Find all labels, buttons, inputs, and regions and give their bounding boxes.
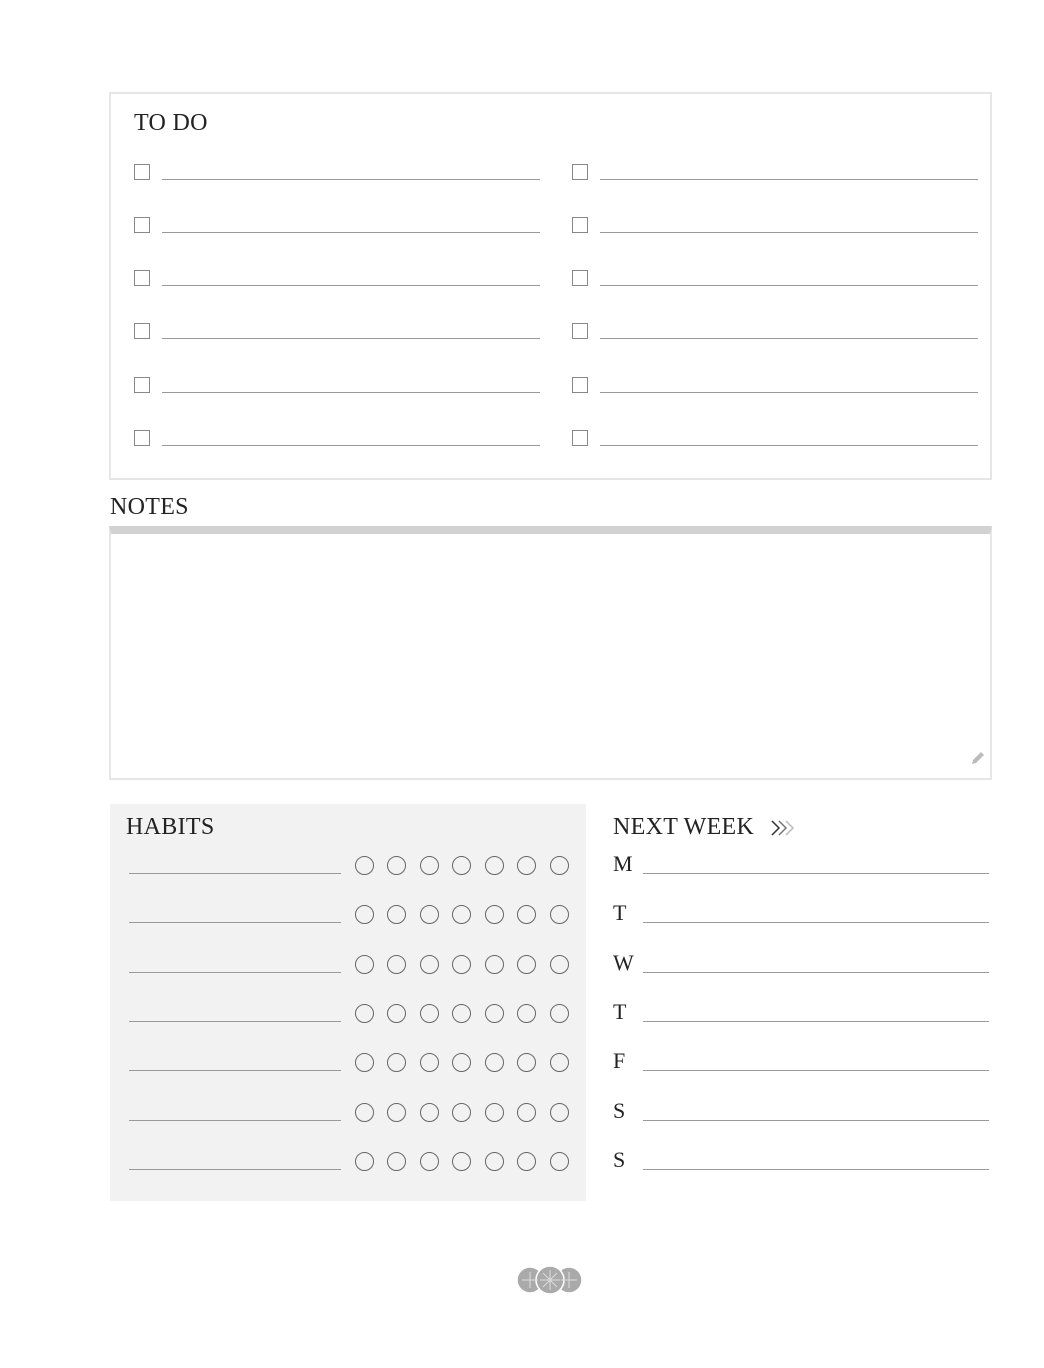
habits-title: HABITS [126, 814, 215, 840]
todo-line[interactable] [162, 445, 540, 446]
habit-circle[interactable] [485, 856, 504, 875]
habit-circle[interactable] [485, 954, 504, 974]
todo-line[interactable] [162, 338, 540, 339]
day-line[interactable] [643, 1119, 989, 1121]
todo-checkbox[interactable] [572, 377, 588, 393]
notes-area[interactable] [109, 526, 992, 780]
todo-line[interactable] [600, 232, 978, 233]
logo [516, 1265, 583, 1295]
habit-circle[interactable] [550, 1102, 569, 1122]
habit-circle[interactable] [355, 1003, 374, 1023]
day-label: M [613, 851, 633, 876]
habit-circle[interactable] [420, 1003, 439, 1023]
todo-checkbox[interactable] [572, 430, 588, 446]
habit-circle[interactable] [452, 1151, 471, 1171]
habit-circle[interactable] [420, 954, 439, 974]
todo-checkbox[interactable] [134, 377, 150, 393]
habit-circle[interactable] [420, 1151, 439, 1171]
habit-circle[interactable] [550, 1151, 569, 1171]
habit-circle[interactable] [387, 856, 406, 875]
habit-circle[interactable] [485, 1151, 504, 1171]
habit-circle[interactable] [517, 1003, 536, 1023]
todo-checkbox[interactable] [134, 270, 150, 286]
todo-line[interactable] [162, 285, 540, 286]
todo-checkbox[interactable] [134, 323, 150, 339]
day-line[interactable] [643, 1020, 989, 1022]
todo-checkbox[interactable] [572, 217, 588, 233]
day-label: T [613, 900, 627, 926]
todo-checkbox[interactable] [134, 217, 150, 233]
day-line[interactable] [643, 971, 989, 973]
todo-checkbox[interactable] [134, 430, 150, 446]
habit-circle[interactable] [550, 954, 569, 974]
habit-circle[interactable] [355, 1102, 374, 1122]
habit-circle[interactable] [355, 954, 374, 974]
habit-circle[interactable] [355, 856, 374, 875]
habit-circle[interactable] [550, 856, 569, 875]
todo-line[interactable] [600, 285, 978, 286]
habit-circle[interactable] [517, 954, 536, 974]
habit-circle[interactable] [485, 1003, 504, 1023]
habit-name-line[interactable] [129, 1168, 341, 1170]
day-label: S [613, 1097, 626, 1123]
todo-line[interactable] [600, 392, 978, 393]
todo-checkbox[interactable] [572, 270, 588, 286]
todo-line[interactable] [162, 179, 540, 180]
day-label: W [613, 949, 634, 975]
habit-name-line[interactable] [129, 971, 341, 973]
planner-page: TO DO NOTES HABITS NEXT WEEK MTWTFSS [0, 0, 1044, 1368]
habit-circle[interactable] [387, 1102, 406, 1122]
day-label: F [613, 1048, 626, 1074]
day-line[interactable] [643, 873, 989, 874]
habit-circle[interactable] [387, 1003, 406, 1023]
habit-circle[interactable] [452, 1102, 471, 1122]
habit-name-line[interactable] [129, 1020, 341, 1022]
habit-circle[interactable] [550, 1003, 569, 1023]
habit-circle[interactable] [452, 1003, 471, 1023]
day-label: T [613, 998, 627, 1024]
pencil-icon [972, 752, 984, 764]
todo-line[interactable] [162, 392, 540, 393]
todo-checkbox[interactable] [572, 323, 588, 339]
day-label: S [613, 1146, 626, 1172]
habit-circle[interactable] [452, 954, 471, 974]
habit-circle[interactable] [517, 1151, 536, 1171]
todo-title: TO DO [134, 110, 208, 136]
habit-name-line[interactable] [129, 873, 341, 874]
habit-circle[interactable] [517, 1102, 536, 1122]
chevrons-right-icon [771, 820, 795, 836]
day-line[interactable] [643, 1070, 989, 1072]
habit-circle[interactable] [420, 1102, 439, 1122]
todo-line[interactable] [600, 179, 978, 180]
habits-section [110, 804, 586, 1201]
day-line[interactable] [643, 922, 989, 924]
habit-circle[interactable] [452, 856, 471, 875]
habit-name-line[interactable] [129, 1070, 341, 1072]
habit-circle[interactable] [387, 954, 406, 974]
next-week-title: NEXT WEEK [613, 814, 755, 840]
habit-circle[interactable] [355, 1151, 374, 1171]
todo-section [109, 92, 992, 480]
todo-checkbox[interactable] [134, 164, 150, 180]
todo-checkbox[interactable] [572, 164, 588, 180]
habit-circle[interactable] [387, 1151, 406, 1171]
habit-circle[interactable] [420, 856, 439, 875]
habit-circle[interactable] [485, 1102, 504, 1122]
todo-line[interactable] [162, 232, 540, 233]
notes-title: NOTES [110, 494, 189, 520]
habit-circle[interactable] [517, 856, 536, 875]
todo-line[interactable] [600, 445, 978, 446]
todo-line[interactable] [600, 338, 978, 339]
habit-name-line[interactable] [129, 1119, 341, 1121]
habit-name-line[interactable] [129, 922, 341, 924]
day-line[interactable] [643, 1168, 989, 1170]
